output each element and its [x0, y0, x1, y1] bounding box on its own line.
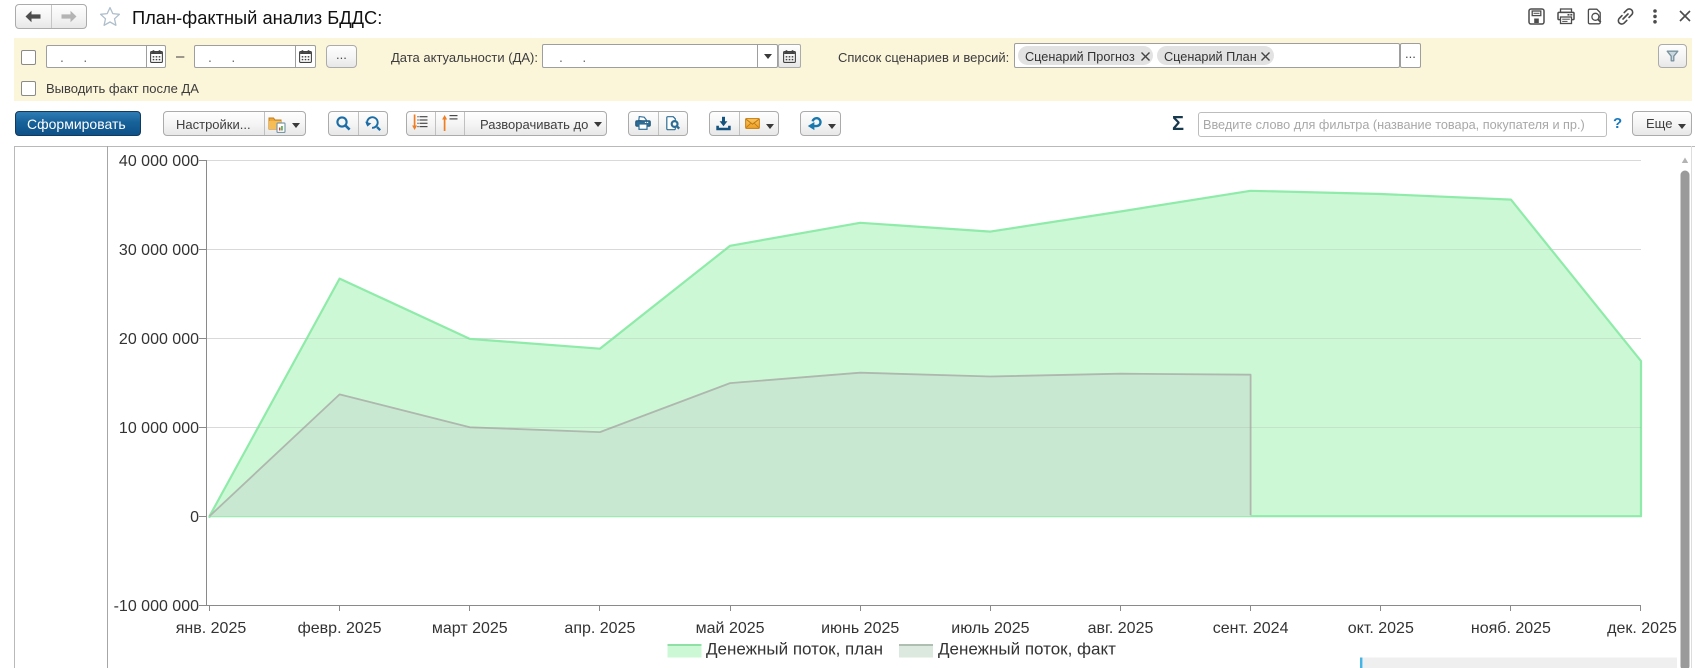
svg-text:июнь 2025: июнь 2025 [821, 620, 899, 637]
svg-text:Денежный поток, факт: Денежный поток, факт [938, 640, 1116, 659]
svg-text:май 2025: май 2025 [696, 620, 765, 637]
svg-text:сент. 2024: сент. 2024 [1213, 620, 1289, 637]
svg-text:30 000 000: 30 000 000 [119, 242, 199, 259]
svg-text:янв. 2025: янв. 2025 [176, 620, 247, 637]
svg-text:-10 000 000: -10 000 000 [114, 598, 200, 615]
svg-text:0: 0 [190, 509, 199, 526]
svg-text:июль 2025: июль 2025 [951, 620, 1029, 637]
svg-text:окт. 2025: окт. 2025 [1348, 620, 1414, 637]
svg-text:авг. 2025: авг. 2025 [1088, 620, 1154, 637]
svg-text:апр. 2025: апр. 2025 [564, 620, 635, 637]
svg-text:нояб. 2025: нояб. 2025 [1471, 620, 1551, 637]
svg-text:февр. 2025: февр. 2025 [298, 620, 382, 637]
svg-text:20 000 000: 20 000 000 [119, 331, 199, 348]
svg-text:10 000 000: 10 000 000 [119, 420, 199, 437]
svg-text:Денежный поток, план: Денежный поток, план [706, 640, 883, 659]
svg-text:март 2025: март 2025 [432, 620, 508, 637]
svg-text:40 000 000: 40 000 000 [119, 153, 199, 170]
svg-text:дек. 2025: дек. 2025 [1607, 620, 1677, 637]
